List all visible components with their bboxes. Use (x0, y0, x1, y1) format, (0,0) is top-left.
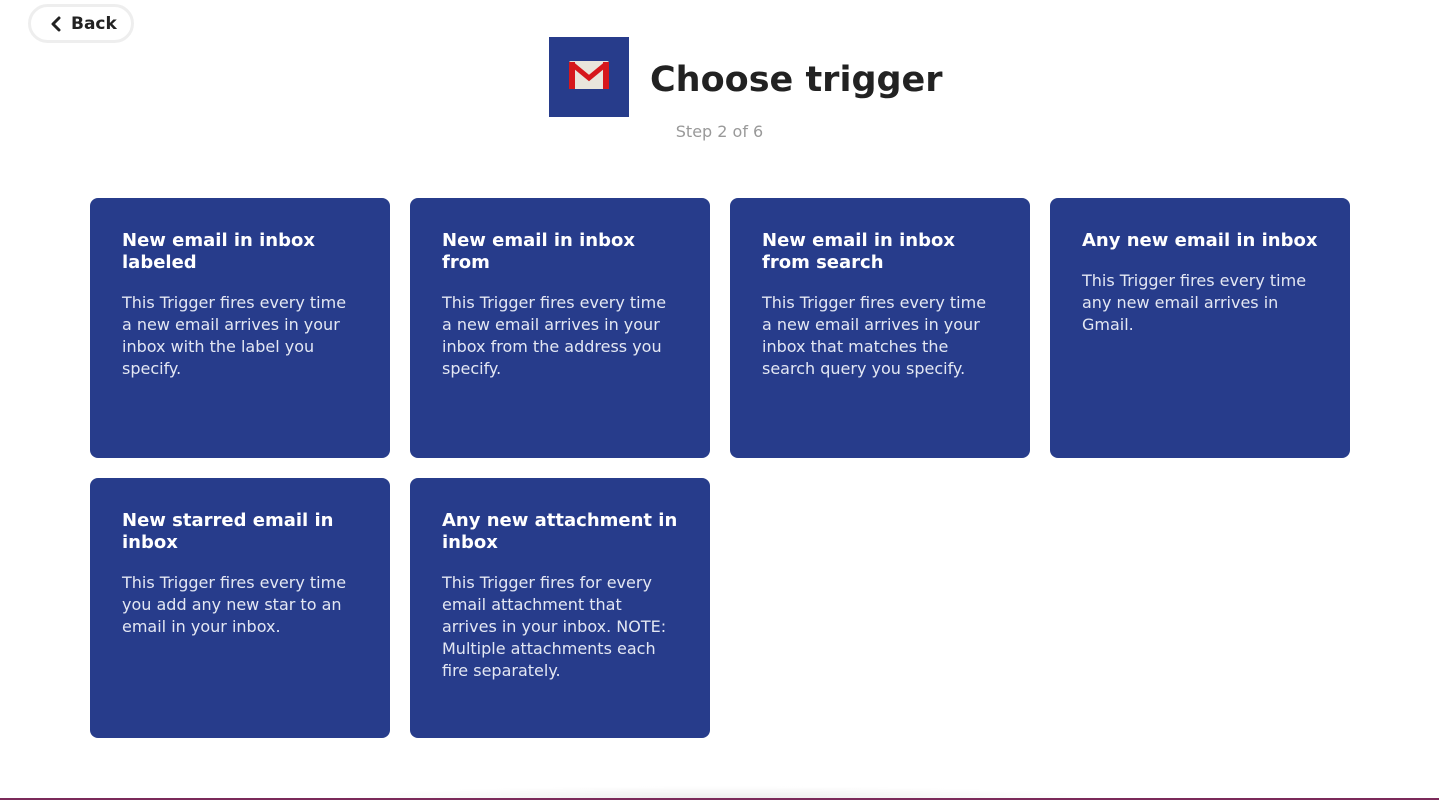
trigger-card-new-starred-email[interactable]: New starred email in inbox This Trigger … (90, 478, 390, 738)
back-label: Back (71, 13, 117, 34)
trigger-description: This Trigger fires every time you add an… (122, 573, 347, 636)
trigger-card-new-email-from[interactable]: New email in inbox from This Trigger fir… (410, 198, 710, 458)
trigger-card-new-email-labeled[interactable]: New email in inbox labeled This Trigger … (90, 198, 390, 458)
trigger-grid: New email in inbox labeled This Trigger … (90, 198, 1350, 738)
trigger-card-new-email-from-search[interactable]: New email in inbox from search This Trig… (730, 198, 1030, 458)
step-indicator: Step 2 of 6 (675, 122, 764, 141)
trigger-title: New email in inbox from search (762, 230, 955, 273)
trigger-title: Any new email in inbox (1082, 230, 1318, 251)
trigger-card-any-new-attachment[interactable]: Any new attachment in inbox This Trigger… (410, 478, 710, 738)
trigger-description: This Trigger fires every time any new em… (1082, 271, 1307, 334)
trigger-title: New starred email in inbox (122, 510, 334, 553)
trigger-description: This Trigger fires every time a new emai… (762, 293, 987, 378)
page-title: Choose trigger (650, 60, 943, 100)
trigger-title: New email in inbox from (442, 230, 635, 273)
trigger-description: This Trigger fires for every email attac… (442, 573, 667, 680)
chevron-left-icon (51, 16, 61, 32)
trigger-description: This Trigger fires every time a new emai… (442, 293, 667, 378)
service-logo (549, 37, 629, 117)
trigger-title: Any new attachment in inbox (442, 510, 678, 553)
trigger-description: This Trigger fires every time a new emai… (122, 293, 347, 378)
trigger-card-any-new-email[interactable]: Any new email in inbox This Trigger fire… (1050, 198, 1350, 458)
page: Back Choose trigger Step 2 of 6 New emai… (0, 0, 1439, 800)
page-header: Choose trigger Step 2 of 6 (0, 37, 1439, 147)
trigger-title: New email in inbox labeled (122, 230, 315, 273)
gmail-icon (568, 60, 610, 94)
